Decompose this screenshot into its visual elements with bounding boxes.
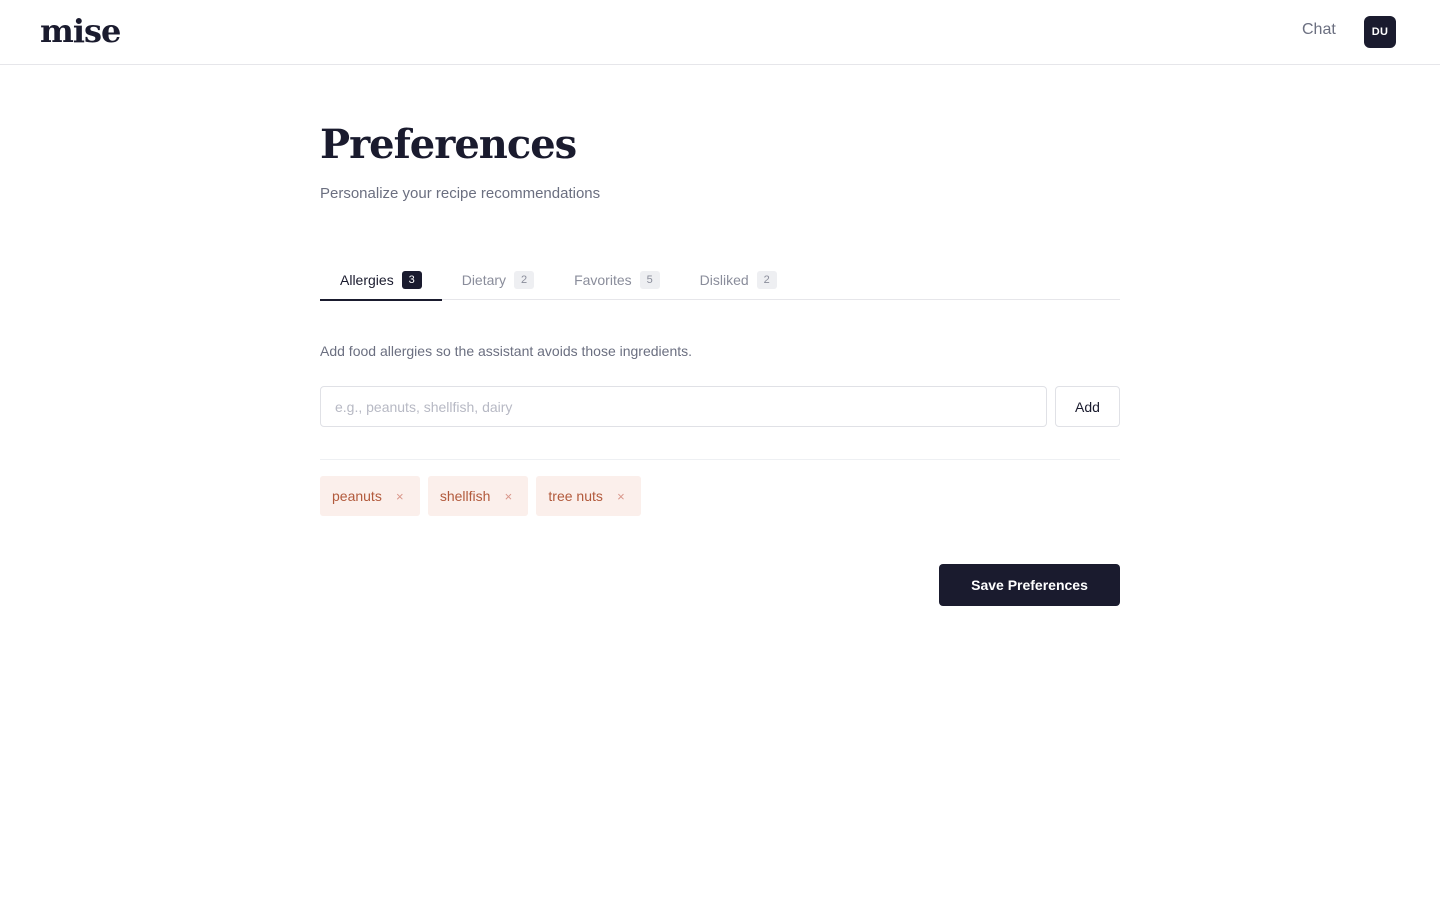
chip-label: peanuts	[332, 488, 382, 504]
page-subtitle: Personalize your recipe recommendations	[320, 185, 601, 202]
allergy-chip: shellfish ×	[427, 476, 529, 516]
chip-label: tree nuts	[548, 488, 603, 504]
preference-tabs: Allergies 3 Dietary 2 Favorites 5 Dislik…	[320, 259, 1120, 301]
allergies-description: Add food allergies so the assistant avoi…	[320, 343, 693, 359]
tab-label: Dietary	[461, 271, 507, 288]
remove-icon[interactable]: ×	[613, 488, 629, 504]
allergy-chip: peanuts ×	[320, 476, 420, 516]
tab-disliked[interactable]: Disliked 2	[680, 259, 797, 300]
allergy-chip: tree nuts ×	[536, 476, 641, 516]
tab-label: Favorites	[574, 271, 632, 288]
remove-icon[interactable]: ×	[500, 488, 516, 504]
save-preferences-button[interactable]: Save Preferences	[939, 564, 1120, 606]
add-allergy-row: Add	[320, 386, 1120, 427]
tab-count-badge: 3	[401, 270, 422, 289]
top-bar: mise Chat DU	[0, 0, 1440, 65]
page-title: Preferences	[320, 121, 577, 168]
allergy-input[interactable]	[320, 386, 1047, 427]
app-logo[interactable]: mise	[40, 12, 121, 50]
tab-label: Disliked	[699, 271, 749, 288]
tab-count-badge: 5	[639, 270, 660, 289]
remove-icon[interactable]: ×	[392, 488, 408, 504]
add-allergy-button[interactable]: Add	[1055, 386, 1120, 427]
divider	[320, 459, 1120, 460]
nav-link-chat[interactable]: Chat	[1302, 21, 1336, 39]
chip-label: shellfish	[439, 488, 491, 504]
allergy-chip-list: peanuts × shellfish × tree nuts ×	[320, 476, 641, 516]
user-avatar[interactable]: DU	[1364, 16, 1396, 48]
tab-dietary[interactable]: Dietary 2	[442, 259, 554, 300]
tab-allergies[interactable]: Allergies 3	[320, 259, 442, 301]
tab-count-badge: 2	[514, 270, 535, 289]
tab-label: Allergies	[340, 271, 394, 288]
tab-count-badge: 2	[756, 270, 777, 289]
tab-favorites[interactable]: Favorites 5	[554, 259, 680, 300]
